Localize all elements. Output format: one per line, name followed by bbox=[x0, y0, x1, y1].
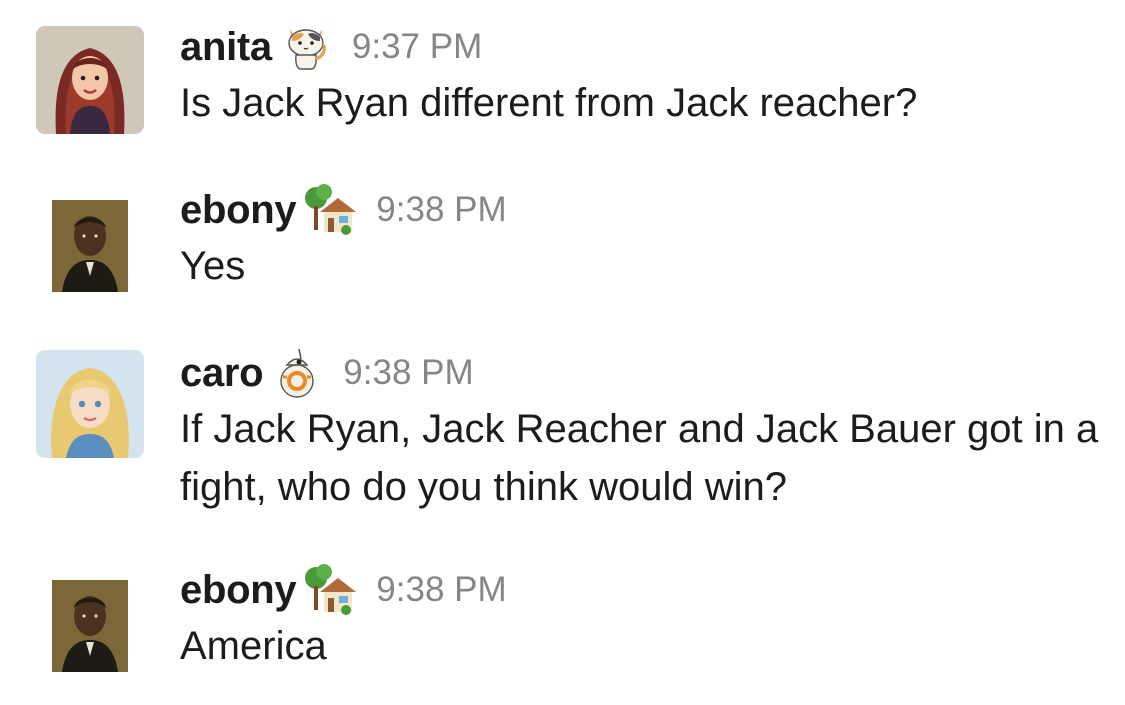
message-text: Yes bbox=[180, 244, 246, 288]
avatar-anita-icon bbox=[36, 26, 144, 134]
message-text: If Jack Ryan, Jack Reacher and Jack Baue… bbox=[180, 407, 1099, 509]
message-author[interactable]: caro bbox=[180, 351, 264, 396]
message-timestamp[interactable]: 9:37 PM bbox=[352, 27, 482, 67]
message-author[interactable]: ebony bbox=[180, 188, 297, 233]
avatar-ebony-icon bbox=[36, 190, 144, 298]
message-timestamp[interactable]: 9:38 PM bbox=[376, 570, 506, 610]
message-author[interactable]: anita bbox=[180, 25, 272, 70]
avatar-caro-icon bbox=[36, 350, 144, 458]
user-avatar[interactable] bbox=[36, 26, 144, 134]
avatar-ebony-icon bbox=[36, 570, 144, 678]
user-avatar[interactable] bbox=[36, 350, 144, 458]
house-with-garden-icon bbox=[302, 182, 358, 238]
message-author[interactable]: ebony bbox=[180, 568, 297, 613]
user-avatar[interactable] bbox=[36, 570, 144, 678]
message-text: America bbox=[180, 624, 327, 668]
house-with-garden-icon bbox=[302, 562, 358, 618]
message-timestamp[interactable]: 9:38 PM bbox=[376, 190, 506, 230]
user-avatar[interactable] bbox=[36, 190, 144, 298]
message-text: Is Jack Ryan different from Jack reacher… bbox=[180, 81, 918, 125]
bb8-droid-icon bbox=[269, 345, 325, 401]
message-timestamp[interactable]: 9:38 PM bbox=[343, 353, 473, 393]
cat-emoji-icon bbox=[278, 19, 334, 75]
